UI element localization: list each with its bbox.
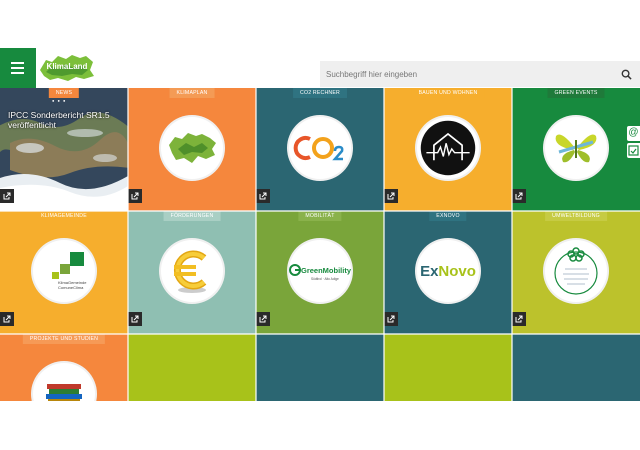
- external-link-button[interactable]: [128, 312, 142, 326]
- tile-green-events[interactable]: GREEN EVENTS: [512, 88, 640, 211]
- tile-label: KLIMAPLAN: [169, 88, 215, 98]
- external-link-icon: [387, 192, 395, 200]
- tile-label: EXNOVO: [429, 211, 467, 221]
- external-link-icon: [131, 192, 139, 200]
- news-tile[interactable]: NEWS ● ● ● IPCC Sonderbericht SR1.5 verö…: [0, 88, 128, 211]
- external-link-icon: [515, 315, 523, 323]
- tile-klimagemeinde[interactable]: KLIMAGEMEINDE KlimaGemeinde ComuneClima: [0, 211, 128, 334]
- external-link-button[interactable]: [0, 189, 14, 203]
- tile-empty[interactable]: [128, 334, 256, 401]
- external-link-icon: [259, 315, 267, 323]
- external-link-icon: [259, 192, 267, 200]
- svg-text:ComuneClima: ComuneClima: [58, 285, 84, 290]
- tile-label: MOBILITÄT: [298, 211, 342, 221]
- search-icon[interactable]: [621, 69, 632, 80]
- calendar-check-icon: [628, 145, 639, 156]
- external-link-button[interactable]: [128, 189, 142, 203]
- external-link-button[interactable]: [0, 312, 14, 326]
- search-input[interactable]: [326, 65, 616, 83]
- carousel-dots[interactable]: ● ● ●: [52, 98, 66, 103]
- co2-logo: [287, 115, 353, 181]
- klimagemeinde-logo: KlimaGemeinde ComuneClima: [31, 238, 97, 304]
- calendar-button[interactable]: [627, 143, 640, 158]
- tile-label: GREEN EVENTS: [547, 88, 605, 98]
- email-icon[interactable]: @: [627, 126, 640, 141]
- tile-empty[interactable]: [512, 334, 640, 401]
- projekte-logo: [31, 361, 97, 401]
- house-heartbeat-icon: [420, 120, 476, 176]
- bauen-wohnen-logo: [415, 115, 481, 181]
- tile-exnovo[interactable]: EXNOVO ExNovo: [384, 211, 512, 334]
- tile-umweltbildung[interactable]: UMWELTBILDUNG: [512, 211, 640, 334]
- umweltbildung-logo: [543, 238, 609, 304]
- tile-label: BAUEN UND WOHNEN: [411, 88, 485, 98]
- menu-button[interactable]: [0, 48, 36, 88]
- external-link-button[interactable]: [384, 189, 398, 203]
- tile-grid: NEWS ● ● ● IPCC Sonderbericht SR1.5 verö…: [0, 88, 640, 401]
- svg-text:GreenMobility: GreenMobility: [301, 266, 351, 275]
- external-link-button[interactable]: [256, 189, 270, 203]
- svg-text:Südtirol · Alto Adige: Südtirol · Alto Adige: [311, 277, 339, 281]
- external-link-button[interactable]: [512, 189, 526, 203]
- klimaland-page: DE▾ KlimaLand NEWS: [0, 0, 640, 450]
- euro-icon: [173, 250, 207, 293]
- svg-text:KlimaLand: KlimaLand: [47, 62, 88, 71]
- umweltbildung-wreath-icon: [554, 247, 598, 295]
- tile-co2-rechner[interactable]: CO2 RECHNER: [256, 88, 384, 211]
- klimaland-logo[interactable]: KlimaLand: [38, 52, 96, 84]
- tile-label: FÖRDERUNGEN: [163, 211, 221, 221]
- greenmobility-icon: GreenMobility Südtirol · Alto Adige: [289, 264, 351, 281]
- books-icon: [46, 384, 82, 401]
- foerderungen-logo: [159, 238, 225, 304]
- tile-label: UMWELTBILDUNG: [545, 211, 607, 221]
- external-link-button[interactable]: [384, 312, 398, 326]
- tile-foerderungen[interactable]: FÖRDERUNGEN: [128, 211, 256, 334]
- external-link-button[interactable]: [256, 312, 270, 326]
- exnovo-logo-text: ExNovo: [420, 263, 476, 280]
- co2-icon: [293, 136, 344, 161]
- hamburger-icon: [11, 62, 24, 64]
- tile-empty[interactable]: [384, 334, 512, 401]
- greenmobility-logo: GreenMobility Südtirol · Alto Adige: [287, 238, 353, 304]
- green-events-logo: [543, 115, 609, 181]
- tile-projekte-und-studien[interactable]: PROJEKTE UND STUDIEN: [0, 334, 128, 401]
- external-link-icon: [515, 192, 523, 200]
- external-link-icon: [131, 315, 139, 323]
- south-tyrol-map-icon: [169, 133, 216, 163]
- tile-mobilitaet[interactable]: MOBILITÄT GreenMobility Südtirol · Alto …: [256, 211, 384, 334]
- external-link-icon: [3, 192, 11, 200]
- exnovo-logo: ExNovo: [415, 238, 481, 304]
- klimagemeinde-squares-icon: KlimaGemeinde ComuneClima: [52, 252, 87, 290]
- tile-label-news: NEWS: [48, 88, 80, 98]
- tile-klimaplan[interactable]: KLIMAPLAN: [128, 88, 256, 211]
- tile-label: PROJEKTE UND STUDIEN: [22, 334, 106, 344]
- earth-image: [0, 88, 128, 211]
- tile-empty[interactable]: [256, 334, 384, 401]
- external-link-button[interactable]: [512, 312, 526, 326]
- external-link-icon: [387, 315, 395, 323]
- tile-bauen-und-wohnen[interactable]: BAUEN UND WOHNEN: [384, 88, 512, 211]
- exnovo-wordmark: ExNovo: [420, 263, 476, 280]
- tile-label: KLIMAGEMEINDE: [34, 211, 94, 221]
- tile-label: CO2 RECHNER: [293, 88, 347, 98]
- external-link-icon: [3, 315, 11, 323]
- news-title[interactable]: IPCC Sonderbericht SR1.5 veröffentlicht: [8, 110, 124, 130]
- klimaplan-logo: [159, 115, 225, 181]
- butterfly-icon: [555, 134, 597, 163]
- search-bar: [320, 61, 640, 87]
